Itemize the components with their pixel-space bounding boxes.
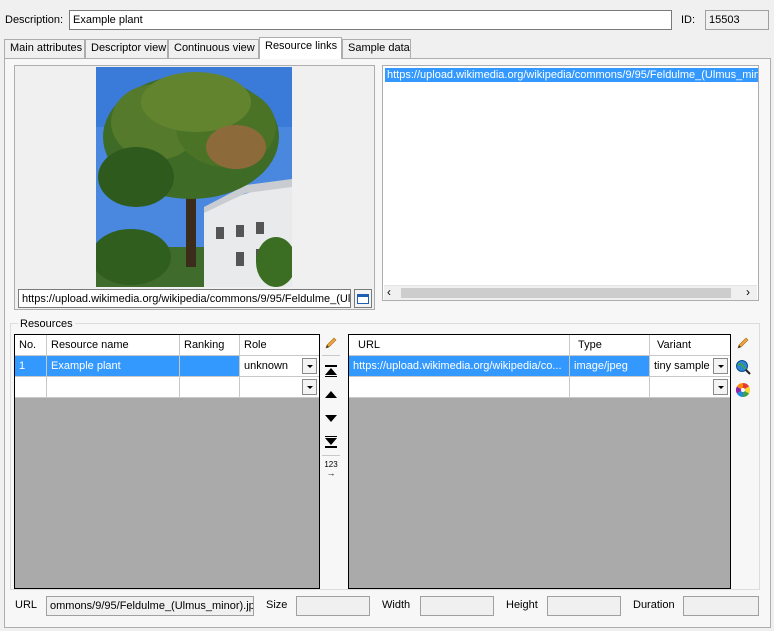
horizontal-scrollbar[interactable]: ‹ › (384, 285, 757, 300)
column-header-role[interactable]: Role (240, 335, 319, 356)
move-bottom-icon[interactable] (323, 434, 339, 450)
duration-label: Duration (633, 599, 675, 611)
renumber-button[interactable]: 123 → (323, 461, 339, 479)
resource-variants-grid[interactable]: URL Type Variant https://upload.wikimedi… (348, 334, 731, 589)
width-label: Width (382, 599, 411, 611)
arrow-right-icon: → (326, 468, 336, 478)
id-field: 15503 (705, 10, 769, 30)
width-field (420, 596, 494, 616)
tab-descriptor-view[interactable]: Descriptor view (85, 39, 168, 58)
separator (322, 455, 340, 456)
scrollbar-thumb[interactable] (401, 288, 731, 298)
column-header-url[interactable]: URL (349, 335, 570, 356)
cell-type[interactable]: image/jpeg (570, 356, 650, 377)
column-header-no[interactable]: No. (15, 335, 47, 356)
open-browser-button[interactable] (354, 289, 372, 308)
duration-field (683, 596, 759, 616)
image-preview-panel: https://upload.wikimedia.org/wikipedia/c… (14, 65, 375, 310)
cell-no[interactable]: 1 (15, 356, 47, 377)
preview-url-field[interactable]: https://upload.wikimedia.org/wikipedia/c… (18, 289, 351, 308)
size-field (296, 596, 370, 616)
resource-link-list[interactable]: https://upload.wikimedia.org/wikipedia/c… (382, 65, 759, 301)
move-down-icon[interactable] (323, 410, 339, 426)
new-row[interactable] (15, 377, 319, 398)
height-label: Height (506, 599, 538, 611)
pencil-icon[interactable] (735, 335, 751, 351)
pencil-icon[interactable] (323, 335, 339, 351)
grid-header-row: URL Type Variant (349, 335, 730, 356)
variant-value: tiny sample (654, 360, 710, 372)
column-header-type[interactable]: Type (570, 335, 650, 356)
new-cell-variant[interactable] (650, 377, 730, 398)
resources-grid[interactable]: No. Resource name Ranking Role 1 Example… (14, 334, 320, 589)
column-header-resource-name[interactable]: Resource name (47, 335, 180, 356)
new-cell-resource-name[interactable] (47, 377, 180, 398)
tab-sample-data[interactable]: Sample data (342, 39, 411, 58)
footer-url-field: ommons/9/95/Feldulme_(Ulmus_minor).jpg (46, 596, 254, 616)
search-globe-icon[interactable] (735, 359, 751, 375)
list-item[interactable]: https://upload.wikimedia.org/wikipedia/c… (385, 68, 758, 82)
size-label: Size (266, 599, 288, 611)
move-up-icon[interactable] (323, 387, 339, 403)
table-row[interactable]: https://upload.wikimedia.org/wikipedia/c… (349, 356, 730, 377)
new-cell-type[interactable] (570, 377, 650, 398)
resources-group-title: Resources (18, 316, 75, 332)
new-variant-dropdown-button[interactable] (713, 379, 728, 395)
tab-main-attributes[interactable]: Main attributes (4, 39, 85, 58)
footer-url-label: URL (15, 599, 38, 611)
column-header-variant[interactable]: Variant (650, 335, 730, 356)
grid-header-row: No. Resource name Ranking Role (15, 335, 319, 356)
description-field[interactable]: Example plant (69, 10, 672, 30)
cell-role[interactable]: unknown (240, 356, 319, 377)
new-cell-ranking[interactable] (180, 377, 240, 398)
new-role-dropdown-button[interactable] (302, 379, 317, 395)
new-cell-no[interactable] (15, 377, 47, 398)
role-value: unknown (244, 360, 289, 372)
id-label: ID: (681, 14, 696, 26)
tab-resource-links[interactable]: Resource links (259, 37, 342, 59)
column-header-ranking[interactable]: Ranking (180, 335, 240, 356)
new-cell-role[interactable] (240, 377, 319, 398)
variant-dropdown-button[interactable] (713, 358, 728, 374)
role-dropdown-button[interactable] (302, 358, 317, 374)
scroll-left-icon[interactable]: ‹ (387, 285, 391, 299)
tree-image (96, 67, 292, 287)
move-top-icon[interactable] (323, 363, 339, 379)
new-row[interactable] (349, 377, 730, 398)
move-toolbar: 123 → (322, 335, 340, 485)
separator (322, 355, 340, 356)
height-field (547, 596, 621, 616)
cell-variant[interactable]: tiny sample (650, 356, 730, 377)
color-wheel-icon[interactable] (735, 382, 751, 398)
new-cell-url[interactable] (349, 377, 570, 398)
tab-continuous-view[interactable]: Continuous view (168, 39, 259, 58)
cell-ranking[interactable] (180, 356, 240, 377)
cell-url[interactable]: https://upload.wikimedia.org/wikipedia/c… (349, 356, 570, 377)
window-icon (357, 294, 369, 304)
cell-resource-name[interactable]: Example plant (47, 356, 180, 377)
description-label: Description: (5, 14, 64, 26)
scroll-right-icon[interactable]: › (746, 285, 750, 299)
table-row[interactable]: 1 Example plant unknown (15, 356, 319, 377)
